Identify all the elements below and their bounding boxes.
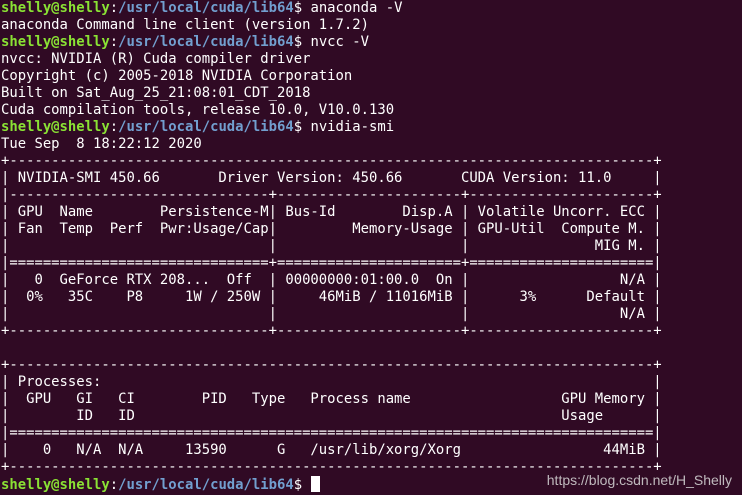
prompt-symbol: $ [293, 119, 311, 135]
output-line: Tue Sep 8 18:22:12 2020 [1, 136, 202, 152]
prompt-path: /usr/local/cuda/lib64 [118, 119, 294, 135]
smi-table-line: |===============================+=======… [1, 255, 662, 271]
prompt-line: shelly@shelly:/usr/local/cuda/lib64$ nvc… [1, 34, 742, 51]
smi-table-line: | 0% 35C P8 1W / 250W | 46MiB / 11016MiB… [1, 289, 662, 305]
smi-table-line: |-------------------------------+-------… [1, 187, 662, 203]
prompt-user: shelly@shelly [1, 119, 110, 135]
smi-table-line: | 0 GeForce RTX 208... Off | 00000000:01… [1, 272, 662, 288]
text-cursor[interactable] [311, 476, 321, 492]
prompt-path: /usr/local/cuda/lib64 [118, 477, 294, 493]
prompt-separator: : [109, 0, 119, 16]
output-line: Cuda compilation tools, release 10.0, V1… [1, 102, 395, 118]
prompt-symbol: $ [293, 34, 311, 50]
smi-table-line: | 0 N/A N/A 13590 G /usr/lib/xorg/Xorg 4… [1, 442, 662, 458]
prompt-separator: : [109, 34, 119, 50]
prompt-user: shelly@shelly [1, 34, 110, 50]
output-line: Built on Sat_Aug_25_21:08:01_CDT_2018 [1, 85, 311, 101]
command-text: nvcc -V [310, 34, 369, 50]
output-line: anaconda Command line client (version 1.… [1, 17, 369, 33]
prompt-separator: : [109, 119, 119, 135]
prompt-separator: : [109, 477, 119, 493]
prompt-path: /usr/local/cuda/lib64 [118, 0, 294, 16]
command-text: nvidia-smi [310, 119, 395, 135]
smi-table-line: | | | MIG M. | [1, 238, 662, 254]
smi-table-line: +-------------------------------+-------… [1, 323, 662, 339]
prompt-symbol: $ [293, 0, 311, 16]
command-text: anaconda -V [310, 0, 403, 16]
output-line: Copyright (c) 2005-2018 NVIDIA Corporati… [1, 68, 353, 84]
smi-table-line: | GPU Name Persistence-M| Bus-Id Disp.A … [1, 204, 662, 220]
prompt-user: shelly@shelly [1, 477, 110, 493]
smi-table-line: +---------------------------------------… [1, 357, 662, 373]
smi-table-line: | ID ID Usage | [1, 408, 662, 424]
watermark-text: https://blog.csdn.net/H_Shelly [546, 472, 732, 488]
prompt-user: shelly@shelly [1, 0, 110, 16]
prompt-path: /usr/local/cuda/lib64 [118, 34, 294, 50]
smi-table-line: | Fan Temp Perf Pwr:Usage/Cap| Memory-Us… [1, 221, 662, 237]
output-line: nvcc: NVIDIA (R) Cuda compiler driver [1, 51, 311, 67]
smi-table-line: +---------------------------------------… [1, 153, 662, 169]
smi-table-line [1, 340, 742, 357]
prompt-line: shelly@shelly:/usr/local/cuda/lib64$ nvi… [1, 119, 742, 136]
smi-table-line: | | | N/A | [1, 306, 662, 322]
smi-table-line: | Processes: | [1, 374, 662, 390]
prompt-line: shelly@shelly:/usr/local/cuda/lib64$ ana… [1, 0, 742, 17]
terminal-window[interactable]: shelly@shelly:/usr/local/cuda/lib64$ ana… [0, 0, 742, 495]
smi-table-line: | GPU GI CI PID Type Process name GPU Me… [1, 391, 662, 407]
smi-table-line: |=======================================… [1, 425, 662, 441]
smi-table-line: | NVIDIA-SMI 450.66 Driver Version: 450.… [1, 170, 662, 186]
prompt-symbol: $ [293, 477, 311, 493]
